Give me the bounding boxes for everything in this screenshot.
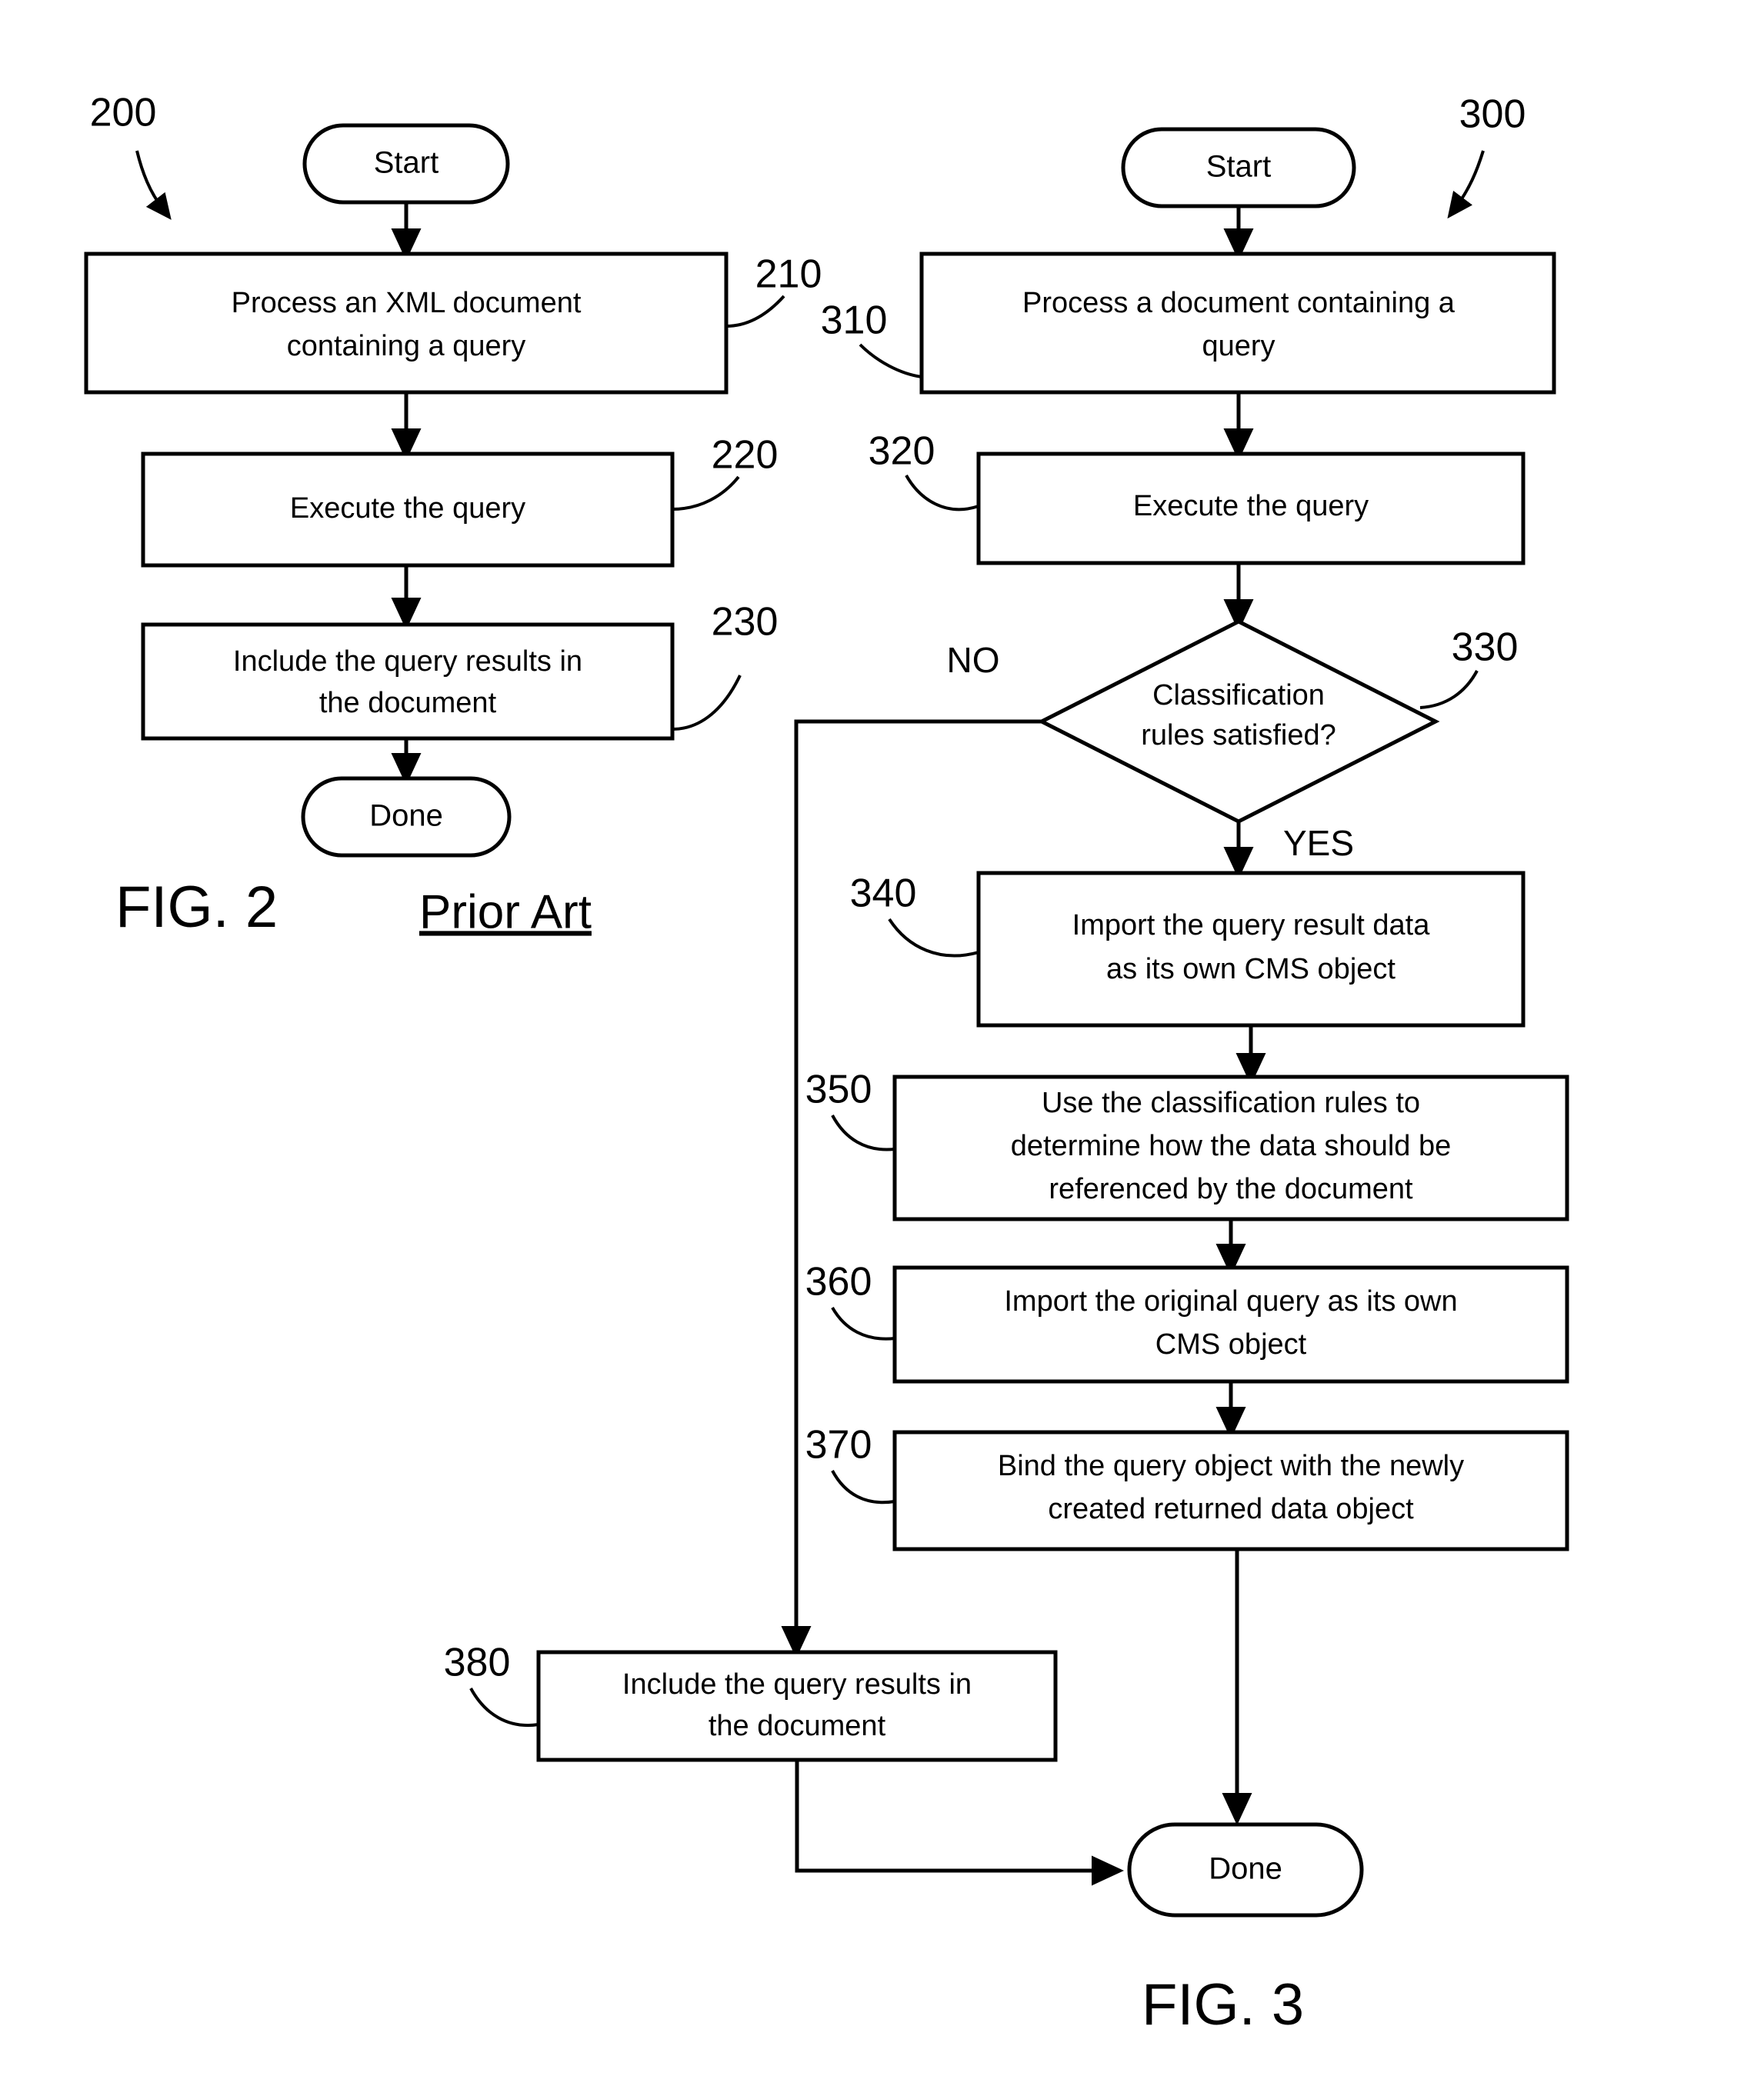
leader-line-210 bbox=[725, 295, 785, 328]
fig3-step-320-label: Execute the query bbox=[1133, 490, 1369, 522]
fig3-step-310-box bbox=[919, 252, 1556, 395]
ref-label-300: 300 bbox=[1459, 92, 1526, 137]
fig2-start-label: Start bbox=[374, 146, 438, 180]
fig2-step-210-line1: Process an XML document bbox=[232, 287, 582, 319]
fig3-step-350-line2: determine how the data should be bbox=[1011, 1130, 1452, 1162]
fig3-step-340-line1: Import the query result data bbox=[1072, 909, 1431, 941]
ref-label-360: 360 bbox=[805, 1260, 872, 1305]
ref-label-340: 340 bbox=[850, 871, 917, 916]
fig3-step-310-line1: Process a document containing a bbox=[1022, 287, 1456, 319]
leader-line-230 bbox=[672, 675, 742, 731]
fig3-step-380-line1: Include the query results in bbox=[622, 1668, 972, 1701]
fig2-step-230-line2: the document bbox=[319, 687, 497, 719]
ref-label-320: 320 bbox=[869, 429, 935, 474]
fig2-step-230-box bbox=[141, 622, 675, 741]
leader-line-380 bbox=[469, 1688, 539, 1728]
ref-label-330: 330 bbox=[1452, 625, 1519, 670]
fig2-step-230-line1: Include the query results in bbox=[233, 645, 582, 678]
leader-line-350 bbox=[831, 1115, 895, 1151]
leader-line-330 bbox=[1419, 670, 1479, 709]
leader-line-300 bbox=[1447, 150, 1485, 219]
ref-label-370: 370 bbox=[805, 1423, 872, 1468]
fig2-step-210-line2: containing a query bbox=[287, 330, 526, 362]
fig3-step-350-line1: Use the classification rules to bbox=[1042, 1087, 1420, 1119]
leader-line-370 bbox=[831, 1470, 895, 1505]
leader-line-220 bbox=[672, 475, 740, 511]
ref-label-350: 350 bbox=[805, 1068, 872, 1112]
leader-line-340 bbox=[888, 918, 979, 958]
ref-label-310: 310 bbox=[821, 298, 888, 343]
fig3-step-350-line3: referenced by the document bbox=[1049, 1173, 1413, 1205]
patent-figure-sheet: 200 Start Process an XML document contai… bbox=[0, 0, 1764, 2096]
fig2-done-label: Done bbox=[369, 799, 443, 833]
fig3-edge-380-to-done bbox=[795, 1760, 1125, 1886]
ref-label-220: 220 bbox=[712, 433, 779, 478]
fig3-step-340-box bbox=[976, 871, 1526, 1028]
fig3-done-label: Done bbox=[1209, 1852, 1282, 1886]
fig3-step-360-line1: Import the original query as its own bbox=[1004, 1285, 1457, 1318]
fig2-step-220-label: Execute the query bbox=[290, 492, 525, 525]
fig3-step-370-line2: created returned data object bbox=[1048, 1493, 1414, 1525]
fig3-decision-330-line2: rules satisfied? bbox=[1141, 719, 1336, 751]
ref-label-210: 210 bbox=[755, 252, 822, 297]
fig3-caption: FIG. 3 bbox=[1142, 1972, 1304, 2038]
leader-line-360 bbox=[831, 1307, 895, 1341]
fig3-step-360-line2: CMS object bbox=[1155, 1328, 1307, 1361]
fig3-branch-label-no: NO bbox=[947, 640, 1000, 680]
ref-label-200: 200 bbox=[90, 91, 157, 135]
fig2-prior-art-label: Prior Art bbox=[419, 885, 592, 938]
flowchart-canvas: 200 Start Process an XML document contai… bbox=[84, 91, 1569, 2038]
leader-line-320 bbox=[905, 475, 979, 512]
ref-label-230: 230 bbox=[712, 600, 779, 645]
fig3-step-340-line2: as its own CMS object bbox=[1106, 953, 1396, 985]
fig3-step-380-line2: the document bbox=[709, 1710, 886, 1742]
leader-line-200 bbox=[135, 150, 172, 220]
leader-line-310 bbox=[859, 343, 922, 378]
fig3-step-370-line1: Bind the query object with the newly bbox=[998, 1450, 1464, 1482]
fig2-step-210-box bbox=[84, 252, 729, 395]
fig3-step-310-line2: query bbox=[1202, 330, 1275, 362]
fig3-start-label: Start bbox=[1206, 150, 1271, 184]
ref-label-380: 380 bbox=[444, 1641, 511, 1685]
fig3-decision-330-line1: Classification bbox=[1152, 679, 1325, 711]
fig2-caption: FIG. 2 bbox=[115, 875, 278, 940]
fig3-branch-label-yes: YES bbox=[1283, 823, 1354, 863]
